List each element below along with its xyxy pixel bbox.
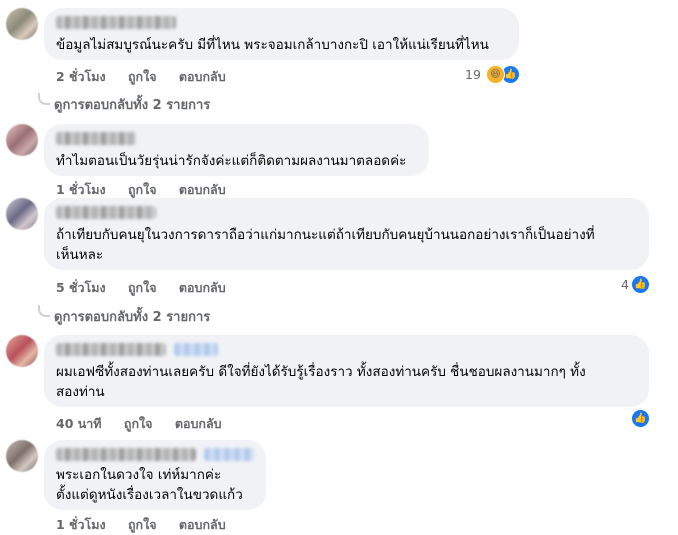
reaction-count: 4 <box>621 277 629 292</box>
reply-thread-connector <box>38 93 50 105</box>
like-button[interactable]: ถูกใจ <box>128 517 157 532</box>
author-name-blurred[interactable] <box>56 206 156 219</box>
comment-bubble: ทำไมตอนเป็นวัยรุ่นน่ารักจังค่ะแต่ก็ติดตา… <box>44 124 429 176</box>
like-button[interactable]: ถูกใจ <box>124 416 153 431</box>
comment-actions: 2 ชั่วโมง ถูกใจ ตอบกลับ <box>56 67 244 87</box>
author-name-blurred[interactable] <box>56 16 176 29</box>
author-name-blurred[interactable] <box>56 343 166 356</box>
reaction-summary[interactable]: 19 😆 👍 <box>465 65 519 84</box>
view-replies-label[interactable]: ดูการตอบกลับทั้ง 2 รายการ <box>54 98 210 113</box>
avatar[interactable] <box>6 198 38 230</box>
reaction-summary[interactable]: 👍 <box>632 410 649 427</box>
comment-text-line-2: เห็นหละ <box>56 247 104 263</box>
reaction-count: 19 <box>465 67 481 82</box>
comment-time[interactable]: 2 ชั่วโมง <box>56 69 106 84</box>
reaction-summary[interactable]: 4 👍 <box>621 276 649 293</box>
comment-actions: 40 นาที ถูกใจ ตอบกลับ <box>56 414 240 434</box>
comment-text: ข้อมูลไม่สมบูรณ์นะครับ มีที่ไหน พระจอมเก… <box>56 37 489 53</box>
comment-text-line-2: ตั้งแต่ดูหนังเรื่องเวลาในขวดแก้ว <box>56 487 243 503</box>
view-replies-label[interactable]: ดูการตอบกลับทั้ง 2 รายการ <box>54 310 210 325</box>
comment-text-line-1: ผมเอฟซีทั้งสองท่านเลยครับ ดีใจที่ยังได้ร… <box>56 364 586 380</box>
comment-text-line-1: พระเอกในดวงใจ เท่ห์มากค่ะ <box>56 467 222 483</box>
comment-text-line-1: ถ้าเทียบกับคนยุในวงการดาราถือว่าแก่มากนะ… <box>56 227 595 243</box>
reply-button[interactable]: ตอบกลับ <box>179 69 226 84</box>
reply-button[interactable]: ตอบกลับ <box>179 517 226 532</box>
avatar[interactable] <box>6 8 38 40</box>
reply-button[interactable]: ตอบกลับ <box>179 182 226 197</box>
view-replies-link[interactable]: ดูการตอบกลับทั้ง 2 รายการ <box>38 305 210 327</box>
comment-text: ทำไมตอนเป็นวัยรุ่นน่ารักจังค่ะแต่ก็ติดตา… <box>56 153 407 169</box>
avatar[interactable] <box>6 335 38 367</box>
author-badge-blurred <box>174 343 218 356</box>
author-name-blurred[interactable] <box>56 448 196 461</box>
author-name-blurred[interactable] <box>56 132 136 145</box>
comment-actions: 1 ชั่วโมง ถูกใจ ตอบกลับ <box>56 515 244 535</box>
reply-button[interactable]: ตอบกลับ <box>179 280 226 295</box>
comment-bubble: ถ้าเทียบกับคนยุในวงการดาราถือว่าแก่มากนะ… <box>44 198 649 270</box>
comment-time[interactable]: 1 ชั่วโมง <box>56 182 106 197</box>
like-icon: 👍 <box>631 276 649 293</box>
like-button[interactable]: ถูกใจ <box>128 182 157 197</box>
author-badge-blurred <box>204 448 254 461</box>
comment-actions: 1 ชั่วโมง ถูกใจ ตอบกลับ <box>56 180 244 200</box>
like-button[interactable]: ถูกใจ <box>128 280 157 295</box>
avatar[interactable] <box>6 440 38 472</box>
like-button[interactable]: ถูกใจ <box>128 69 157 84</box>
comment-time[interactable]: 5 ชั่วโมง <box>56 280 106 295</box>
comment-bubble: ข้อมูลไม่สมบูรณ์นะครับ มีที่ไหน พระจอมเก… <box>44 8 519 60</box>
comment-time[interactable]: 1 ชั่วโมง <box>56 517 106 532</box>
comment-bubble: พระเอกในดวงใจ เท่ห์มากค่ะ ตั้งแต่ดูหนังเ… <box>44 440 266 510</box>
avatar[interactable] <box>6 124 38 156</box>
comment-time[interactable]: 40 นาที <box>56 416 102 431</box>
comment-bubble: ผมเอฟซีทั้งสองท่านเลยครับ ดีใจที่ยังได้ร… <box>44 335 649 407</box>
haha-icon: 😆 <box>485 65 505 84</box>
like-icon: 👍 <box>632 410 649 427</box>
reply-button[interactable]: ตอบกลับ <box>175 416 222 431</box>
comment-actions: 5 ชั่วโมง ถูกใจ ตอบกลับ <box>56 278 244 298</box>
reply-thread-connector <box>38 305 50 317</box>
view-replies-link[interactable]: ดูการตอบกลับทั้ง 2 รายการ <box>38 93 210 115</box>
comment-text-line-2: สองท่าน <box>56 384 105 400</box>
